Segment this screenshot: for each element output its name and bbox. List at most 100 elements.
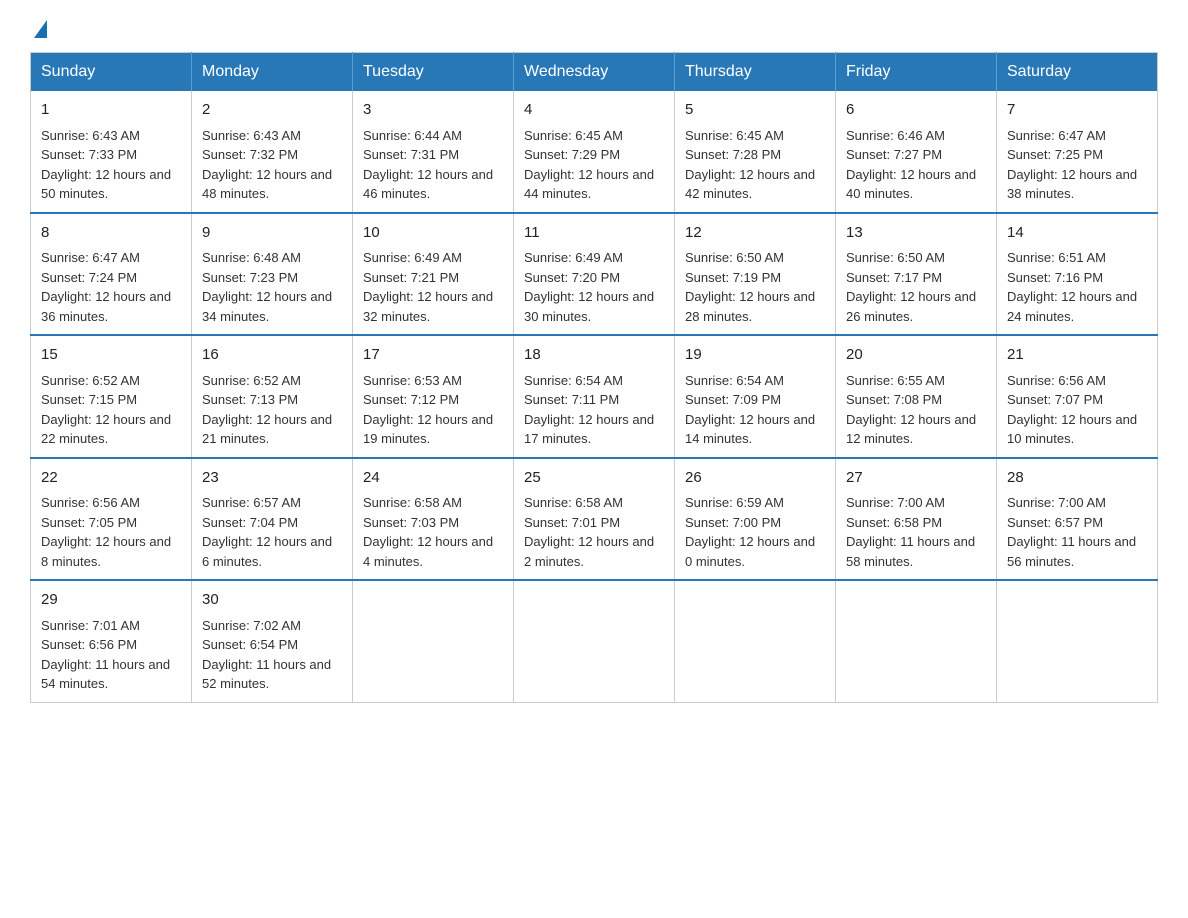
day-cell: 15 Sunrise: 6:52 AMSunset: 7:15 PMDayligh… [31, 335, 192, 458]
day-number: 20 [846, 344, 986, 367]
day-info: Sunrise: 6:49 AMSunset: 7:21 PMDaylight:… [363, 250, 493, 324]
day-cell: 19Sunrise: 6:54 AMSunset: 7:09 PMDayligh… [675, 335, 836, 458]
day-info: Sunrise: 6:52 AMSunset: 7:15 PMDaylight:… [41, 373, 171, 447]
day-number: 29 [41, 589, 181, 612]
day-info: Sunrise: 6:48 AMSunset: 7:23 PMDaylight:… [202, 250, 332, 324]
day-cell: 18 Sunrise: 6:54 AMSunset: 7:11 PMDayligh… [514, 335, 675, 458]
day-number: 5 [685, 99, 825, 122]
day-number: 27 [846, 467, 986, 490]
day-number: 1 [41, 99, 181, 122]
day-info: Sunrise: 6:47 AMSunset: 7:24 PMDaylight:… [41, 250, 171, 324]
day-info: Sunrise: 6:46 AMSunset: 7:27 PMDaylight:… [846, 128, 976, 202]
header-saturday: Saturday [997, 53, 1158, 92]
day-cell: 21 Sunrise: 6:56 AMSunset: 7:07 PMDayligh… [997, 335, 1158, 458]
day-info: Sunrise: 6:59 AMSunset: 7:00 PMDaylight:… [685, 495, 815, 569]
day-cell: 14 Sunrise: 6:51 AMSunset: 7:16 PMDayligh… [997, 213, 1158, 336]
day-number: 13 [846, 222, 986, 245]
logo [30, 20, 47, 34]
day-info: Sunrise: 6:50 AMSunset: 7:19 PMDaylight:… [685, 250, 815, 324]
day-number: 21 [1007, 344, 1147, 367]
day-number: 24 [363, 467, 503, 490]
day-number: 8 [41, 222, 181, 245]
header-sunday: Sunday [31, 53, 192, 92]
day-number: 15 [41, 344, 181, 367]
day-info: Sunrise: 6:57 AMSunset: 7:04 PMDaylight:… [202, 495, 332, 569]
header-thursday: Thursday [675, 53, 836, 92]
week-row-5: 29 Sunrise: 7:01 AMSunset: 6:56 PMDayligh… [31, 580, 1158, 702]
day-info: Sunrise: 6:54 AMSunset: 7:11 PMDaylight:… [524, 373, 654, 447]
day-cell [675, 580, 836, 702]
calendar-table: SundayMondayTuesdayWednesdayThursdayFrid… [30, 52, 1158, 703]
day-cell: 25Sunrise: 6:58 AMSunset: 7:01 PMDayligh… [514, 458, 675, 581]
day-cell: 7Sunrise: 6:47 AMSunset: 7:25 PMDaylight… [997, 91, 1158, 213]
day-number: 14 [1007, 222, 1147, 245]
day-cell: 4 Sunrise: 6:45 AMSunset: 7:29 PMDaylight… [514, 91, 675, 213]
day-cell: 20 Sunrise: 6:55 AMSunset: 7:08 PMDayligh… [836, 335, 997, 458]
day-number: 2 [202, 99, 342, 122]
week-row-3: 15 Sunrise: 6:52 AMSunset: 7:15 PMDayligh… [31, 335, 1158, 458]
day-number: 28 [1007, 467, 1147, 490]
page-header [30, 20, 1158, 34]
day-number: 9 [202, 222, 342, 245]
day-info: Sunrise: 6:50 AMSunset: 7:17 PMDaylight:… [846, 250, 976, 324]
day-cell: 1 Sunrise: 6:43 AMSunset: 7:33 PMDaylight… [31, 91, 192, 213]
day-cell: 27Sunrise: 7:00 AMSunset: 6:58 PMDayligh… [836, 458, 997, 581]
day-info: Sunrise: 6:52 AMSunset: 7:13 PMDaylight:… [202, 373, 332, 447]
day-cell: 29 Sunrise: 7:01 AMSunset: 6:56 PMDayligh… [31, 580, 192, 702]
day-cell: 22 Sunrise: 6:56 AMSunset: 7:05 PMDayligh… [31, 458, 192, 581]
day-cell: 17Sunrise: 6:53 AMSunset: 7:12 PMDayligh… [353, 335, 514, 458]
day-cell: 23 Sunrise: 6:57 AMSunset: 7:04 PMDayligh… [192, 458, 353, 581]
day-cell [836, 580, 997, 702]
day-number: 30 [202, 589, 342, 612]
day-info: Sunrise: 7:02 AMSunset: 6:54 PMDaylight:… [202, 618, 331, 692]
day-cell: 26 Sunrise: 6:59 AMSunset: 7:00 PMDayligh… [675, 458, 836, 581]
header-wednesday: Wednesday [514, 53, 675, 92]
day-number: 4 [524, 99, 664, 122]
header-tuesday: Tuesday [353, 53, 514, 92]
day-info: Sunrise: 6:45 AMSunset: 7:29 PMDaylight:… [524, 128, 654, 202]
day-number: 3 [363, 99, 503, 122]
week-row-1: 1 Sunrise: 6:43 AMSunset: 7:33 PMDaylight… [31, 91, 1158, 213]
day-number: 12 [685, 222, 825, 245]
day-number: 10 [363, 222, 503, 245]
day-number: 7 [1007, 99, 1147, 122]
day-cell: 3 Sunrise: 6:44 AMSunset: 7:31 PMDaylight… [353, 91, 514, 213]
day-cell: 8 Sunrise: 6:47 AMSunset: 7:24 PMDaylight… [31, 213, 192, 336]
day-cell [353, 580, 514, 702]
day-number: 25 [524, 467, 664, 490]
day-number: 16 [202, 344, 342, 367]
logo-arrow-icon [34, 20, 47, 38]
day-cell [997, 580, 1158, 702]
day-number: 26 [685, 467, 825, 490]
week-row-2: 8 Sunrise: 6:47 AMSunset: 7:24 PMDaylight… [31, 213, 1158, 336]
logo-blue-part [30, 20, 47, 34]
day-number: 18 [524, 344, 664, 367]
day-info: Sunrise: 6:43 AMSunset: 7:33 PMDaylight:… [41, 128, 171, 202]
day-cell: 6Sunrise: 6:46 AMSunset: 7:27 PMDaylight… [836, 91, 997, 213]
day-cell: 5 Sunrise: 6:45 AMSunset: 7:28 PMDaylight… [675, 91, 836, 213]
day-number: 23 [202, 467, 342, 490]
day-cell: 10 Sunrise: 6:49 AMSunset: 7:21 PMDayligh… [353, 213, 514, 336]
day-cell: 28 Sunrise: 7:00 AMSunset: 6:57 PMDayligh… [997, 458, 1158, 581]
day-cell [514, 580, 675, 702]
day-info: Sunrise: 6:49 AMSunset: 7:20 PMDaylight:… [524, 250, 654, 324]
header-friday: Friday [836, 53, 997, 92]
day-cell: 11Sunrise: 6:49 AMSunset: 7:20 PMDayligh… [514, 213, 675, 336]
day-cell: 9 Sunrise: 6:48 AMSunset: 7:23 PMDaylight… [192, 213, 353, 336]
day-info: Sunrise: 6:54 AMSunset: 7:09 PMDaylight:… [685, 373, 815, 447]
day-info: Sunrise: 6:58 AMSunset: 7:03 PMDaylight:… [363, 495, 493, 569]
week-row-4: 22 Sunrise: 6:56 AMSunset: 7:05 PMDayligh… [31, 458, 1158, 581]
day-info: Sunrise: 6:56 AMSunset: 7:07 PMDaylight:… [1007, 373, 1137, 447]
day-info: Sunrise: 6:55 AMSunset: 7:08 PMDaylight:… [846, 373, 976, 447]
day-info: Sunrise: 6:44 AMSunset: 7:31 PMDaylight:… [363, 128, 493, 202]
day-info: Sunrise: 7:00 AMSunset: 6:57 PMDaylight:… [1007, 495, 1136, 569]
day-info: Sunrise: 6:53 AMSunset: 7:12 PMDaylight:… [363, 373, 493, 447]
day-info: Sunrise: 6:56 AMSunset: 7:05 PMDaylight:… [41, 495, 171, 569]
day-info: Sunrise: 7:01 AMSunset: 6:56 PMDaylight:… [41, 618, 170, 692]
day-number: 22 [41, 467, 181, 490]
header-row: SundayMondayTuesdayWednesdayThursdayFrid… [31, 53, 1158, 92]
header-monday: Monday [192, 53, 353, 92]
day-info: Sunrise: 6:45 AMSunset: 7:28 PMDaylight:… [685, 128, 815, 202]
day-cell: 13 Sunrise: 6:50 AMSunset: 7:17 PMDayligh… [836, 213, 997, 336]
day-info: Sunrise: 6:51 AMSunset: 7:16 PMDaylight:… [1007, 250, 1137, 324]
